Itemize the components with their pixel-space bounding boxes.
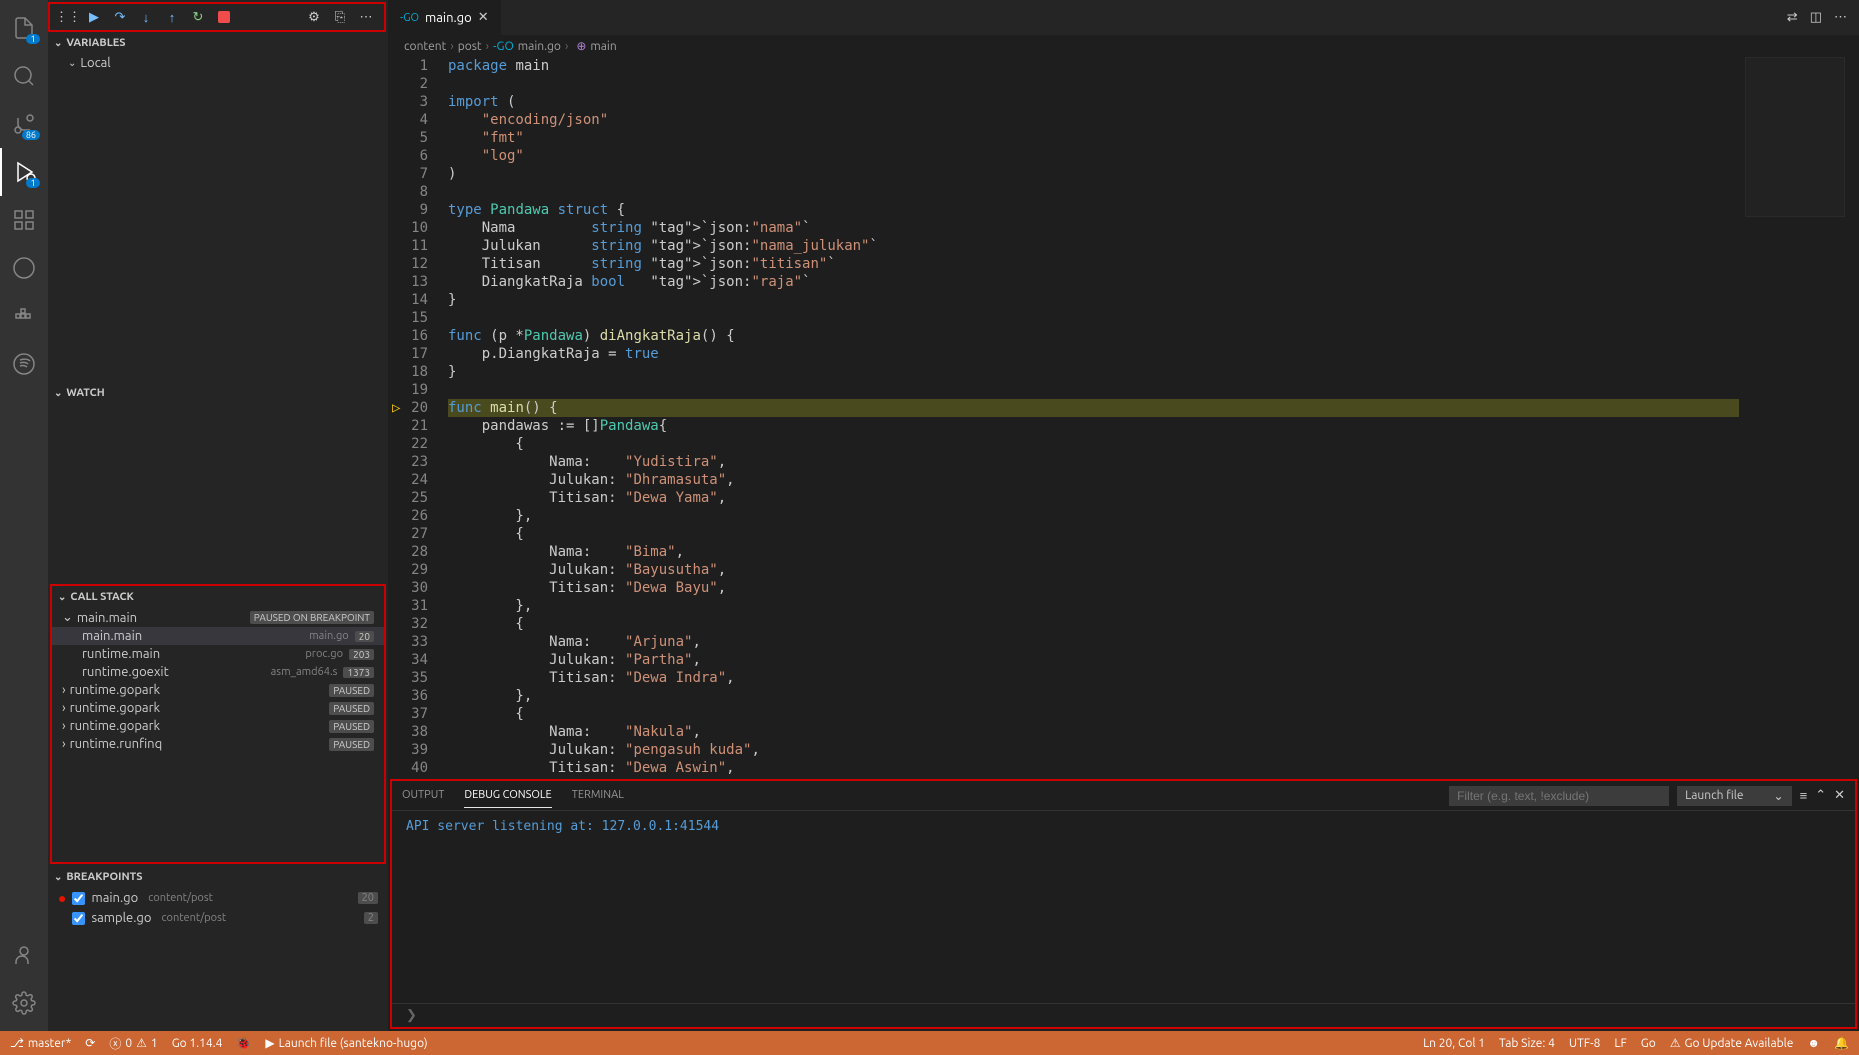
panel-tab-terminal[interactable]: TERMINAL: [572, 783, 624, 808]
code-editor[interactable]: 12345678910111213141516171819▷2021222324…: [388, 57, 1859, 777]
stop-button[interactable]: [212, 5, 236, 29]
status-lang[interactable]: Go: [1641, 1037, 1656, 1050]
callstack-frame[interactable]: runtime.main proc.go203: [52, 645, 384, 663]
breakpoints-section-header[interactable]: ⌄ BREAKPOINTS: [48, 866, 388, 888]
go-file-icon: -GO: [493, 40, 514, 53]
activity-bar: 1 86 1: [0, 0, 48, 1031]
explorer-icon[interactable]: 1: [0, 4, 48, 52]
callstack-label: CALL STACK: [70, 591, 133, 603]
docker-icon[interactable]: [0, 292, 48, 340]
clear-icon[interactable]: ≡: [1800, 788, 1808, 803]
line-gutter: 12345678910111213141516171819▷2021222324…: [388, 57, 448, 777]
collapse-icon[interactable]: ⌃: [1815, 788, 1826, 803]
restart-button[interactable]: ↻: [186, 5, 210, 29]
callstack-paused-thread[interactable]: ›runtime.gopark PAUSED: [52, 681, 384, 699]
thread-status: PAUSED ON BREAKPOINT: [250, 611, 374, 624]
status-feedback-icon[interactable]: ☻: [1807, 1036, 1820, 1050]
status-encoding[interactable]: UTF-8: [1569, 1037, 1600, 1050]
go-file-icon: -GO: [400, 12, 419, 24]
editor-area: -GO main.go ✕ ⇄ ◫ ⋯ content› post› -GOma…: [388, 0, 1859, 1031]
debug-console-input[interactable]: ❯: [392, 1003, 1855, 1027]
debug-badge: 1: [26, 178, 40, 188]
callstack-paused-thread[interactable]: ›runtime.gopark PAUSED: [52, 699, 384, 717]
status-go-version[interactable]: Go 1.14.4: [172, 1037, 223, 1050]
variables-local[interactable]: ⌄ Local: [48, 54, 388, 72]
step-over-button[interactable]: ↷: [108, 5, 132, 29]
breakpoint-checkbox[interactable]: [72, 892, 85, 905]
drag-handle-icon[interactable]: ⋮⋮: [56, 5, 80, 29]
remote-icon[interactable]: [0, 244, 48, 292]
status-sync[interactable]: ⟳: [85, 1036, 95, 1050]
extensions-icon[interactable]: [0, 196, 48, 244]
debug-toolbar: ⋮⋮ ▶ ↷ ↓ ↑ ↻ ⚙ ⎘ ⋯: [48, 2, 386, 32]
callstack-paused-thread[interactable]: ›runtime.gopark PAUSED: [52, 717, 384, 735]
compare-icon[interactable]: ⇄: [1787, 10, 1798, 25]
status-branch[interactable]: ⎇ master*: [10, 1036, 71, 1050]
minimap[interactable]: [1745, 57, 1845, 217]
status-debug-icon[interactable]: 🐞: [236, 1036, 251, 1050]
editor-tab[interactable]: -GO main.go ✕: [388, 0, 502, 35]
variables-section-header[interactable]: ⌄ VARIABLES: [48, 32, 388, 54]
tab-filename: main.go: [425, 11, 472, 25]
launch-select[interactable]: Launch file⌄: [1677, 786, 1792, 806]
more-icon[interactable]: ⋯: [1834, 10, 1847, 25]
breakpoint-checkbox[interactable]: [72, 912, 85, 925]
callstack-frame[interactable]: main.main main.go20: [52, 627, 384, 645]
scm-badge: 86: [22, 130, 40, 140]
function-icon: ⊕: [576, 39, 586, 53]
callstack-frame[interactable]: runtime.goexit asm_amd64.s1373: [52, 663, 384, 681]
explorer-badge: 1: [26, 34, 40, 44]
search-icon[interactable]: [0, 52, 48, 100]
panel-tab-debug-console[interactable]: DEBUG CONSOLE: [464, 783, 551, 808]
tab-bar: -GO main.go ✕ ⇄ ◫ ⋯: [388, 0, 1859, 35]
filter-input[interactable]: [1449, 786, 1669, 806]
status-tabsize[interactable]: Tab Size: 4: [1499, 1037, 1555, 1050]
callstack-paused-thread[interactable]: ›runtime.runfinq PAUSED: [52, 735, 384, 753]
panel-tab-output[interactable]: OUTPUT: [402, 783, 444, 808]
bottom-panel: OUTPUT DEBUG CONSOLE TERMINAL Launch fil…: [390, 779, 1857, 1029]
debug-settings-icon[interactable]: ⚙: [302, 5, 326, 29]
status-launch[interactable]: ▶ Launch file (santekno-hugo): [265, 1036, 427, 1050]
debug-icon[interactable]: 1: [0, 148, 48, 196]
account-icon[interactable]: [0, 931, 48, 979]
status-update[interactable]: ⚠ Go Update Available: [1670, 1036, 1794, 1050]
step-out-button[interactable]: ↑: [160, 5, 184, 29]
status-bar: ⎇ master* ⟳ ⓧ 0 ⚠ 1 Go 1.14.4 🐞 ▶ Launch…: [0, 1031, 1859, 1055]
watch-label: WATCH: [66, 387, 104, 399]
breakpoints-label: BREAKPOINTS: [66, 871, 142, 883]
breakpoint-dot-icon: ●: [58, 890, 66, 906]
status-eol[interactable]: LF: [1614, 1037, 1626, 1050]
scm-icon[interactable]: 86: [0, 100, 48, 148]
status-problems[interactable]: ⓧ 0 ⚠ 1: [109, 1035, 157, 1052]
status-bell-icon[interactable]: 🔔: [1834, 1036, 1849, 1050]
debug-console-output: API server listening at: 127.0.0.1:41544: [392, 811, 1855, 1003]
debug-console-icon[interactable]: ⎘: [328, 5, 352, 29]
close-tab-icon[interactable]: ✕: [478, 10, 489, 25]
step-into-button[interactable]: ↓: [134, 5, 158, 29]
variables-label: VARIABLES: [66, 37, 125, 49]
watch-section-header[interactable]: ⌄ WATCH: [48, 382, 388, 404]
debug-more-icon[interactable]: ⋯: [354, 5, 378, 29]
status-cursor[interactable]: Ln 20, Col 1: [1423, 1037, 1485, 1050]
breakpoint-item[interactable]: ● sample.go content/post 2: [48, 908, 388, 928]
close-panel-icon[interactable]: ✕: [1834, 788, 1845, 803]
breadcrumb[interactable]: content› post› -GOmain.go› ⊕main: [388, 35, 1859, 57]
spotify-icon[interactable]: [0, 340, 48, 388]
debug-sidebar: ⋮⋮ ▶ ↷ ↓ ↑ ↻ ⚙ ⎘ ⋯ ⌄ VARIABLES ⌄ Local ⌄: [48, 0, 388, 1031]
split-icon[interactable]: ◫: [1810, 10, 1822, 25]
callstack-section-header[interactable]: ⌄ CALL STACK: [52, 586, 384, 608]
callstack-thread[interactable]: ⌄main.main PAUSED ON BREAKPOINT: [52, 608, 384, 627]
settings-icon[interactable]: [0, 979, 48, 1027]
continue-button[interactable]: ▶: [82, 5, 106, 29]
breakpoint-item[interactable]: ● main.go content/post 20: [48, 888, 388, 908]
local-label: Local: [80, 56, 110, 70]
chevron-down-icon: ⌄: [1774, 789, 1784, 803]
